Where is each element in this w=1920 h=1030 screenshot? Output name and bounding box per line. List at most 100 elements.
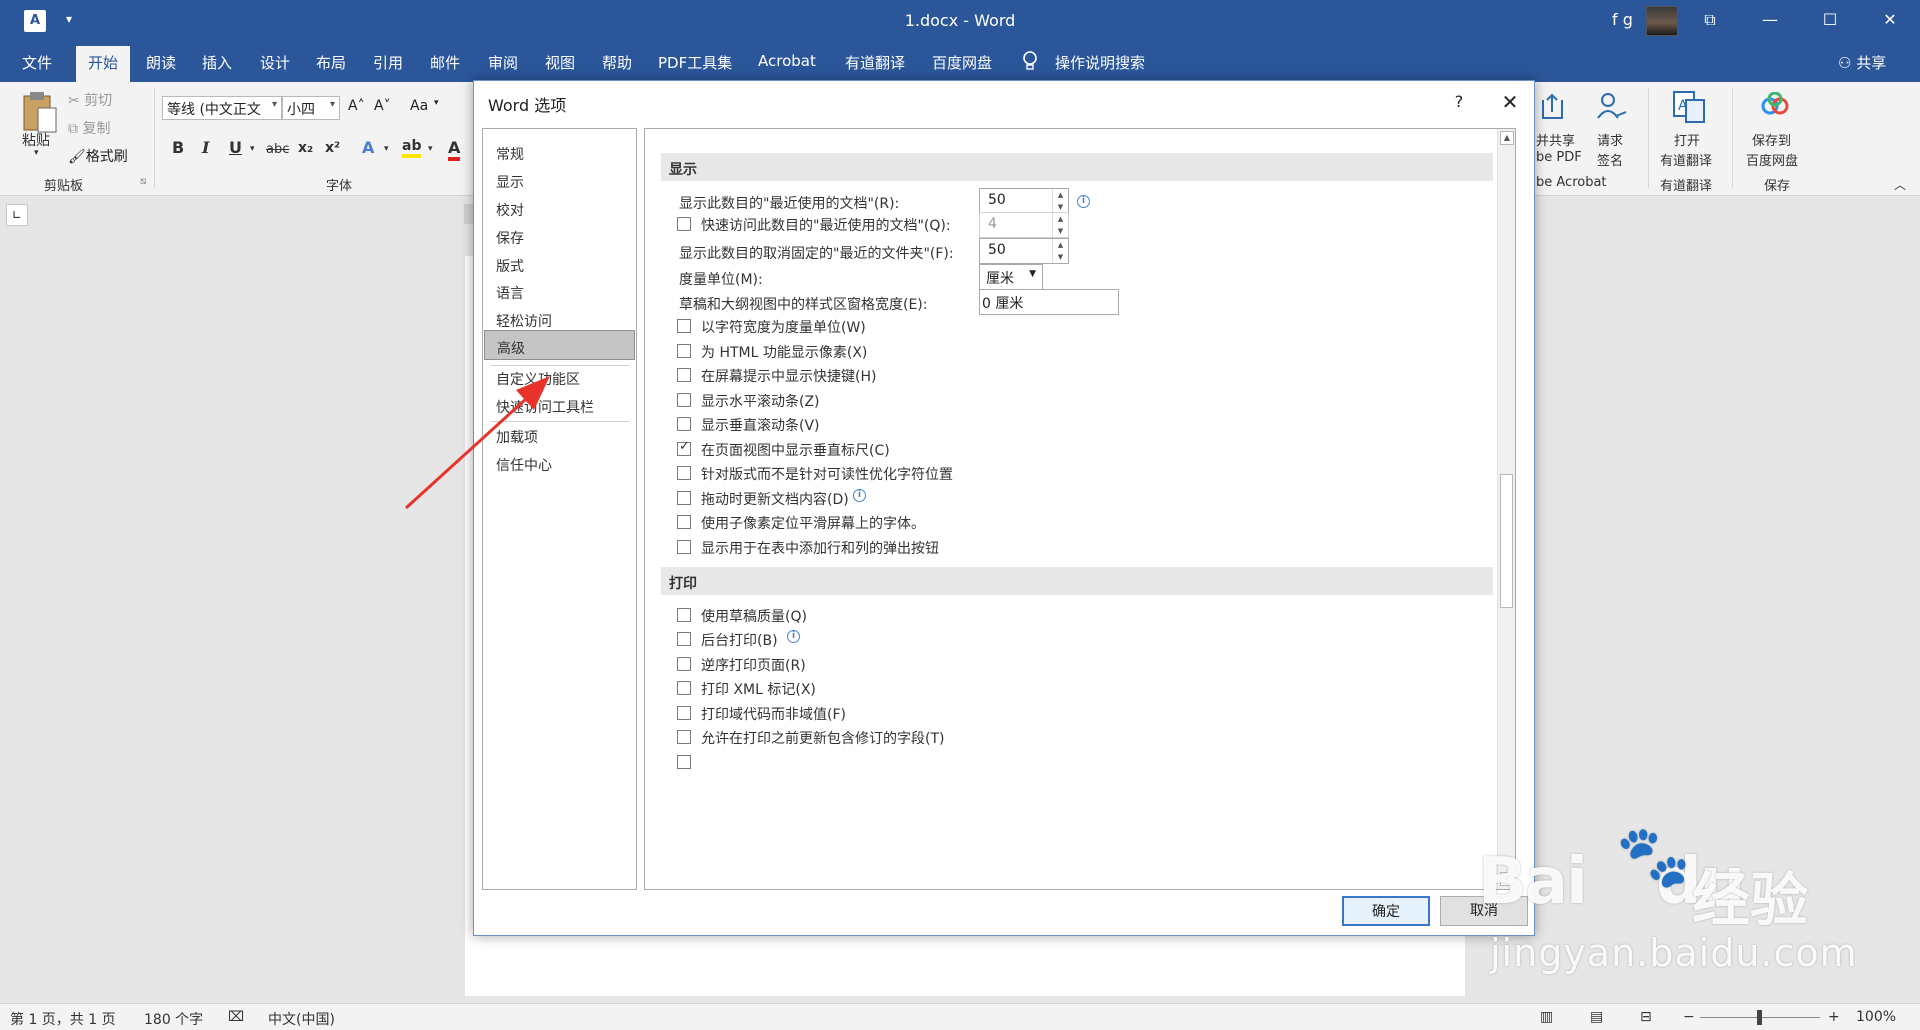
- format-painter-button[interactable]: 🖌格式刷: [68, 146, 128, 166]
- checkbox-partially-hidden[interactable]: [677, 755, 691, 769]
- save-to-baidu-label[interactable]: 保存到: [1752, 130, 1791, 149]
- language-indicator[interactable]: 中文(中国): [268, 1009, 335, 1029]
- checkbox-vertical-scrollbar[interactable]: [677, 417, 691, 431]
- ok-button[interactable]: 确定: [1342, 896, 1430, 926]
- underline-chevron-down-icon[interactable]: ▾: [250, 144, 255, 154]
- cut-button[interactable]: ✂ 剪切: [68, 90, 112, 110]
- change-case-button[interactable]: Aa: [410, 98, 428, 114]
- youdao-translate-icon[interactable]: A: [1672, 90, 1706, 124]
- grow-font-button[interactable]: A˄: [348, 98, 365, 114]
- read-mode-icon[interactable]: ▥: [1540, 1009, 1553, 1025]
- strikethrough-button[interactable]: abc: [266, 142, 289, 157]
- tab-selector-icon[interactable]: ∟: [6, 204, 28, 226]
- tab-home[interactable]: 开始: [76, 46, 131, 82]
- request-signature-label[interactable]: 请求: [1597, 130, 1623, 149]
- recent-docs-spinner[interactable]: 50 ▲ ▼: [979, 188, 1069, 214]
- checkbox-background-print[interactable]: [677, 632, 691, 646]
- web-layout-icon[interactable]: ⊟: [1640, 1009, 1652, 1025]
- share-button[interactable]: ⚇ 共享: [1838, 52, 1886, 73]
- style-width-input[interactable]: 0 厘米: [979, 289, 1119, 315]
- zoom-slider-thumb[interactable]: [1757, 1010, 1762, 1025]
- tab-view[interactable]: 视图: [545, 52, 575, 73]
- nav-item-general[interactable]: 常规: [484, 137, 635, 167]
- italic-button[interactable]: I: [202, 138, 209, 157]
- share-pdf-label-2[interactable]: be PDF: [1536, 150, 1582, 165]
- baidu-netdisk-icon[interactable]: [1760, 92, 1790, 118]
- tab-mailings[interactable]: 邮件: [430, 52, 460, 73]
- close-window-button[interactable]: ✕: [1860, 0, 1920, 42]
- tab-insert[interactable]: 插入: [202, 52, 232, 73]
- print-layout-icon[interactable]: ▤: [1590, 1009, 1603, 1025]
- tab-help[interactable]: 帮助: [602, 52, 632, 73]
- spinner-arrows-icon[interactable]: ▲ ▼: [1052, 189, 1068, 213]
- subscript-button[interactable]: x₂: [298, 140, 313, 156]
- tell-me-search[interactable]: 操作说明搜索: [1055, 52, 1145, 73]
- checkbox-print-xml-tags[interactable]: [677, 681, 691, 695]
- nav-item-language[interactable]: 语言: [484, 276, 635, 306]
- font-name-combo[interactable]: 等线 (中文正文 ▾: [162, 96, 282, 120]
- open-youdao-label-2[interactable]: 有道翻译: [1660, 150, 1712, 169]
- cancel-button[interactable]: 取消: [1440, 896, 1528, 926]
- copy-button[interactable]: ⧉ 复制: [68, 118, 110, 138]
- save-to-baidu-label-2[interactable]: 百度网盘: [1746, 150, 1798, 169]
- collapse-ribbon-chevron-up-icon[interactable]: ︿: [1894, 176, 1906, 193]
- checkbox-vertical-ruler[interactable]: [677, 439, 691, 456]
- nav-item-save[interactable]: 保存: [484, 221, 635, 251]
- info-icon[interactable]: i: [787, 630, 800, 643]
- tab-youdao[interactable]: 有道翻译: [845, 52, 905, 73]
- tab-pdf-tools[interactable]: PDF工具集: [658, 52, 732, 73]
- page-count[interactable]: 第 1 页，共 1 页: [10, 1009, 116, 1029]
- minimize-button[interactable]: —: [1740, 0, 1800, 42]
- highlight-chevron-down-icon[interactable]: ▾: [428, 144, 433, 154]
- checkbox-update-tracked-fields[interactable]: [677, 730, 691, 744]
- nav-item-typography[interactable]: 版式: [484, 249, 635, 279]
- tab-references[interactable]: 引用: [373, 52, 403, 73]
- text-effects-icon[interactable]: A: [362, 138, 374, 157]
- shrink-font-button[interactable]: A˅: [374, 98, 391, 114]
- zoom-in-button[interactable]: +: [1828, 1009, 1840, 1025]
- checkbox-horizontal-scrollbar[interactable]: [677, 393, 691, 407]
- proofing-icon[interactable]: ⌧: [228, 1009, 244, 1025]
- unpinned-folders-spinner[interactable]: 50 ▲ ▼: [979, 238, 1069, 264]
- request-signature-icon[interactable]: [1596, 92, 1628, 120]
- maximize-button[interactable]: ☐: [1800, 0, 1860, 42]
- nav-item-proofing[interactable]: 校对: [484, 193, 635, 223]
- tab-baidu-netdisk[interactable]: 百度网盘: [932, 52, 992, 73]
- spinner-arrows-icon[interactable]: ▲ ▼: [1052, 239, 1068, 263]
- checkbox-screentip-shortcuts[interactable]: [677, 368, 691, 382]
- word-count[interactable]: 180 个字: [144, 1009, 203, 1029]
- info-icon[interactable]: i: [1077, 195, 1090, 208]
- quick-access-checkbox[interactable]: [677, 217, 691, 231]
- checkbox-print-field-codes[interactable]: [677, 706, 691, 720]
- options-scrollbar[interactable]: ▲ ▼: [1497, 129, 1515, 889]
- ribbon-display-options-icon[interactable]: ⧉: [1680, 0, 1740, 42]
- checkbox-reverse-order[interactable]: [677, 657, 691, 671]
- info-icon[interactable]: i: [853, 489, 866, 502]
- open-youdao-label[interactable]: 打开: [1674, 130, 1700, 149]
- quick-access-spinner[interactable]: 4 ▲ ▼: [979, 212, 1069, 238]
- close-icon[interactable]: ✕: [1494, 87, 1526, 117]
- scrollbar-thumb[interactable]: [1500, 474, 1513, 608]
- bold-button[interactable]: B: [172, 138, 184, 157]
- user-avatar[interactable]: [1646, 6, 1678, 36]
- change-case-chevron-down-icon[interactable]: ▾: [434, 98, 439, 108]
- nav-item-display[interactable]: 显示: [484, 165, 635, 195]
- checkbox-html-pixels[interactable]: [677, 344, 691, 358]
- checkbox-update-while-dragging[interactable]: [677, 491, 691, 505]
- paste-chevron-down-icon[interactable]: ▾: [34, 148, 39, 158]
- scroll-down-icon[interactable]: ▼: [1500, 872, 1514, 886]
- units-select[interactable]: 厘米 ▼: [979, 264, 1043, 290]
- superscript-button[interactable]: x²: [325, 140, 340, 156]
- tab-read-aloud[interactable]: 朗读: [146, 52, 176, 73]
- tab-layout[interactable]: 布局: [316, 52, 346, 73]
- help-icon[interactable]: ?: [1444, 87, 1474, 117]
- zoom-level[interactable]: 100%: [1856, 1009, 1896, 1025]
- user-name[interactable]: f g: [1612, 10, 1633, 29]
- paste-button-label[interactable]: 粘贴: [22, 130, 50, 150]
- text-effects-chevron-down-icon[interactable]: ▾: [384, 144, 389, 154]
- tab-review[interactable]: 审阅: [488, 52, 518, 73]
- checkbox-draft-quality[interactable]: [677, 608, 691, 622]
- font-size-combo[interactable]: 小四 ▾: [282, 96, 340, 120]
- checkbox-table-insert-buttons[interactable]: [677, 540, 691, 554]
- share-pdf-icon[interactable]: [1540, 92, 1566, 120]
